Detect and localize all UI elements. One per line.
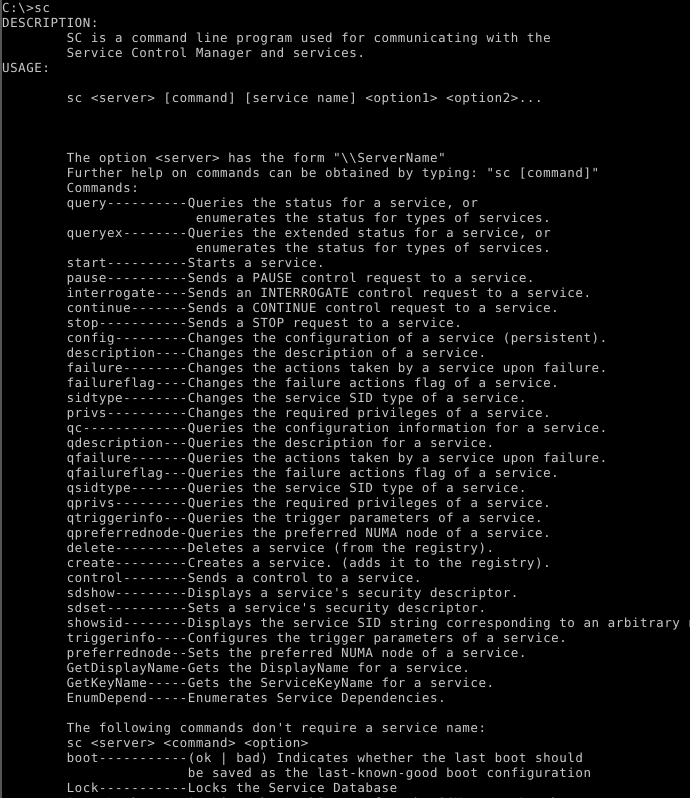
command-line: interrogate----Sends an INTERROGATE cont…: [2, 285, 592, 300]
command-line: sdset----------Sets a service's security…: [2, 600, 487, 615]
command-line: qsidtype-------Queries the service SID t…: [2, 480, 527, 495]
command-line: GetDisplayName-Gets the DisplayName for …: [2, 660, 471, 675]
command-line: continue-------Sends a CONTINUE control …: [2, 300, 560, 315]
command-line: boot-----------(ok | bad) Indicates whet…: [2, 750, 584, 765]
commands-header: Commands:: [2, 180, 140, 195]
command-line: qfailure-------Queries the actions taken…: [2, 450, 608, 465]
usage-text-line: sc <server> [command] [service name] <op…: [2, 90, 544, 105]
terminal-screen-content[interactable]: C:\>sc DESCRIPTION: SC is a command line …: [2, 0, 690, 798]
note-line: Further help on commands can be obtained…: [2, 165, 600, 180]
command-line: pause----------Sends a PAUSE control req…: [2, 270, 535, 285]
command-line: stop-----------Sends a STOP request to a…: [2, 315, 463, 330]
no-service-name-usage: sc <server> <command> <option>: [2, 735, 309, 750]
command-line: privs----------Changes the required priv…: [2, 405, 552, 420]
command-line: failure--------Changes the actions taken…: [2, 360, 608, 375]
command-continuation-line: be saved as the last-known-good boot con…: [2, 765, 592, 780]
command-line: showsid--------Displays the service SID …: [2, 615, 690, 630]
command-line: Lock-----------Locks the Service Databas…: [2, 780, 398, 795]
command-line: create---------Creates a service. (adds …: [2, 555, 552, 570]
note-line: The option <server> has the form "\\Serv…: [2, 150, 447, 165]
prompt-line: C:\>sc: [2, 0, 51, 15]
command-prompt-window[interactable]: C:\>sc DESCRIPTION: SC is a command line …: [0, 0, 690, 798]
usage-header: USAGE:: [2, 60, 51, 75]
command-line: preferrednode--Sets the preferred NUMA n…: [2, 645, 527, 660]
command-line: qc-------------Queries the configuration…: [2, 420, 608, 435]
command-line: start----------Starts a service.: [2, 255, 326, 270]
command-line: GetKeyName-----Gets the ServiceKeyName f…: [2, 675, 495, 690]
command-line: qfailureflag---Queries the failure actio…: [2, 465, 560, 480]
command-continuation-line: enumerates the status for types of servi…: [2, 210, 552, 225]
command-line: triggerinfo----Configures the trigger pa…: [2, 630, 568, 645]
no-service-name-header: The following commands don't require a s…: [2, 720, 487, 735]
command-line: delete---------Deletes a service (from t…: [2, 540, 495, 555]
description-text-line: Service Control Manager and services.: [2, 45, 366, 60]
command-line: sdshow---------Displays a service's secu…: [2, 585, 519, 600]
command-line: config---------Changes the configuration…: [2, 330, 608, 345]
description-text-line: SC is a command line program used for co…: [2, 30, 552, 45]
command-line: failureflag----Changes the failure actio…: [2, 375, 560, 390]
command-line: qdescription---Queries the description f…: [2, 435, 495, 450]
command-line: description----Changes the description o…: [2, 345, 487, 360]
command-continuation-line: enumerates the status for types of servi…: [2, 240, 552, 255]
command-line: qprivs---------Queries the required priv…: [2, 495, 552, 510]
description-header: DESCRIPTION:: [2, 15, 99, 30]
command-line: queryex--------Queries the extended stat…: [2, 225, 552, 240]
command-line: query----------Queries the status for a …: [2, 195, 479, 210]
command-line: EnumDepend-----Enumerates Service Depend…: [2, 690, 447, 705]
command-line: qtriggerinfo---Queries the trigger param…: [2, 510, 544, 525]
command-line: sidtype--------Changes the service SID t…: [2, 390, 527, 405]
command-line: qpreferrednode-Queries the preferred NUM…: [2, 525, 552, 540]
command-line: control--------Sends a control to a serv…: [2, 570, 422, 585]
